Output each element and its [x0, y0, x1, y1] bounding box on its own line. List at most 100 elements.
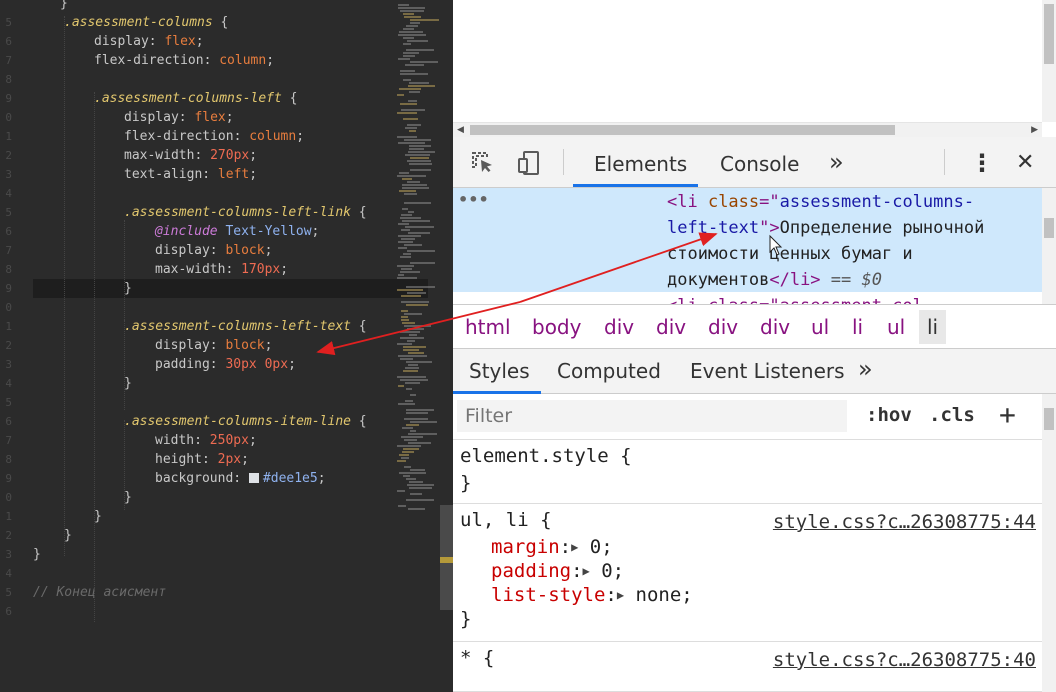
- tab-styles[interactable]: Styles: [469, 359, 530, 383]
- code-line[interactable]: .assessment-columns-left-text {: [124, 317, 367, 336]
- code-line[interactable]: }: [64, 526, 72, 545]
- node-actions-ellipsis-icon[interactable]: •••: [458, 190, 489, 209]
- code-line[interactable]: .assessment-columns-left-link {: [124, 203, 367, 222]
- tab-computed[interactable]: Computed: [557, 359, 661, 383]
- dom-line-1[interactable]: <li class="assessment-columns-: [667, 189, 974, 215]
- expand-triangle-icon[interactable]: ▶: [617, 588, 624, 602]
- scroll-left-arrow-icon[interactable]: ◀: [457, 123, 464, 138]
- page-horizontal-scroll-thumb[interactable]: [470, 125, 895, 135]
- css-declaration[interactable]: list-style:▶ none;: [491, 584, 693, 606]
- minimap-line: [400, 217, 421, 219]
- code-line[interactable]: max-width: 170px;: [155, 260, 288, 279]
- code-line[interactable]: width: 250px;: [155, 431, 257, 450]
- styles-filter-input[interactable]: [457, 400, 847, 432]
- rule-source-link[interactable]: style.css?c…26308775:44: [773, 511, 1036, 533]
- close-devtools-icon[interactable]: ✕: [1016, 150, 1034, 175]
- code-line[interactable]: flex-direction: column;: [94, 51, 274, 70]
- breadcrumb-div[interactable]: div: [708, 315, 738, 339]
- breadcrumb-html[interactable]: html: [465, 315, 511, 339]
- page-viewport[interactable]: [453, 0, 1056, 122]
- code-line[interactable]: padding: 30px 0px;: [155, 355, 296, 374]
- code-line[interactable]: }: [33, 279, 428, 298]
- css-declaration[interactable]: padding:▶ 0;: [491, 560, 624, 582]
- breadcrumb-li[interactable]: li: [919, 310, 947, 344]
- style-rule[interactable]: element.style {}: [453, 440, 1042, 504]
- style-rule[interactable]: ul, li {style.css?c…26308775:44 margin:▶ …: [453, 504, 1042, 642]
- breadcrumb-div[interactable]: div: [656, 315, 686, 339]
- page-horizontal-scrollbar[interactable]: ◀ ▶: [453, 122, 1042, 137]
- code-line[interactable]: }: [60, 0, 68, 13]
- code-line[interactable]: flex-direction: column;: [124, 127, 304, 146]
- minimap-line: [401, 268, 412, 270]
- more-tabs-icon[interactable]: »: [829, 148, 844, 176]
- code-line[interactable]: }: [33, 545, 41, 564]
- code-line[interactable]: }: [124, 488, 132, 507]
- cls-toggle-button[interactable]: .cls: [929, 404, 975, 426]
- breadcrumb-li[interactable]: li: [852, 315, 863, 339]
- minimap-line: [401, 301, 429, 303]
- new-style-rule-icon[interactable]: +: [999, 398, 1016, 431]
- elements-dom-tree[interactable]: ••• <li class="assessment-columns- left-…: [453, 188, 1042, 304]
- tab-elements[interactable]: Elements: [594, 152, 687, 176]
- scroll-right-arrow-icon[interactable]: ▶: [1031, 123, 1038, 138]
- minimap[interactable]: [395, 0, 443, 520]
- css-declaration[interactable]: margin:▶ 0;: [491, 536, 613, 558]
- dom-line-3[interactable]: стоимости ценных бумаг и: [667, 241, 913, 267]
- dom-tree-scroll-thumb[interactable]: [1044, 218, 1054, 238]
- styles-scroll-thumb[interactable]: [1044, 408, 1054, 430]
- code-line[interactable]: text-align: left;: [124, 165, 257, 184]
- code-line[interactable]: @include Text-Yellow;: [155, 222, 319, 241]
- line-number: 0: [5, 111, 12, 124]
- code-line[interactable]: height: 2px;: [155, 450, 249, 469]
- more-panes-icon[interactable]: »: [858, 355, 873, 383]
- code-line[interactable]: display: block;: [155, 336, 272, 355]
- page-vertical-scroll-thumb[interactable]: [1044, 4, 1054, 64]
- code-line[interactable]: // Конец асисмент: [33, 583, 166, 602]
- css-property-name[interactable]: padding: [491, 560, 571, 582]
- code-line[interactable]: max-width: 270px;: [124, 146, 257, 165]
- dom-line-2[interactable]: left-text">Определение рыночной: [667, 215, 984, 241]
- minimap-line: [406, 49, 434, 51]
- styles-scrollbar[interactable]: [1042, 394, 1056, 692]
- css-property-name[interactable]: list-style: [491, 584, 605, 606]
- code-token: {: [350, 414, 367, 429]
- code-line[interactable]: display: flex;: [124, 108, 234, 127]
- code-editor[interactable]: 5 6 7 8 9 0 1 2 3 4 5 6 7 8 9 0 1 2 3 4 5 6 7 8 9 0 1 2 3 4 5 6 } .asses…: [0, 0, 453, 692]
- css-property-name[interactable]: margin: [491, 536, 560, 558]
- code-line[interactable]: .assessment-columns {: [64, 13, 228, 32]
- dom-line-5[interactable]: <li class="assessment-col: [667, 293, 923, 304]
- code-line[interactable]: background: #dee1e5;: [155, 469, 326, 488]
- page-vertical-scrollbar[interactable]: [1042, 0, 1056, 122]
- breadcrumb-div[interactable]: div: [604, 315, 634, 339]
- kebab-menu-icon[interactable]: ⋮: [970, 149, 994, 177]
- tab-event-listeners[interactable]: Event Listeners: [690, 359, 845, 383]
- hov-toggle-button[interactable]: :hov: [866, 404, 912, 426]
- code-line[interactable]: .assessment-columns-left {: [94, 89, 298, 108]
- code-line[interactable]: }: [94, 507, 102, 526]
- device-toolbar-icon[interactable]: [515, 149, 543, 177]
- code-token: display:: [155, 243, 226, 258]
- style-rule[interactable]: * {style.css?c…26308775:40: [453, 642, 1042, 692]
- color-swatch[interactable]: [248, 473, 259, 483]
- rule-source-link[interactable]: style.css?c…26308775:40: [773, 649, 1036, 671]
- breadcrumb-body[interactable]: body: [532, 315, 581, 339]
- css-property-value[interactable]: 0;: [590, 560, 624, 582]
- breadcrumb-ul[interactable]: ul: [887, 315, 905, 339]
- breadcrumb-div[interactable]: div: [760, 315, 790, 339]
- css-property-value[interactable]: 0;: [578, 536, 613, 558]
- code-line[interactable]: }: [124, 374, 132, 393]
- css-property-value[interactable]: none;: [624, 584, 693, 606]
- breadcrumb-ul[interactable]: ul: [811, 315, 829, 339]
- inspect-element-icon[interactable]: [469, 149, 497, 177]
- minimap-line: [397, 277, 417, 279]
- code-line[interactable]: .assessment-columns-item-line {: [124, 412, 367, 431]
- devtools-toolbar: Elements Console » ⋮ ✕: [453, 137, 1056, 188]
- minimap-line: [398, 235, 421, 237]
- code-line[interactable]: display: flex;: [94, 32, 204, 51]
- dom-tree-scrollbar[interactable]: [1042, 188, 1056, 304]
- tab-console[interactable]: Console: [720, 152, 799, 176]
- minimap-line: [400, 256, 411, 258]
- expand-triangle-icon[interactable]: ▶: [583, 564, 590, 578]
- dom-line-4[interactable]: документов</li> == $0: [667, 267, 882, 293]
- code-line[interactable]: display: block;: [155, 241, 272, 260]
